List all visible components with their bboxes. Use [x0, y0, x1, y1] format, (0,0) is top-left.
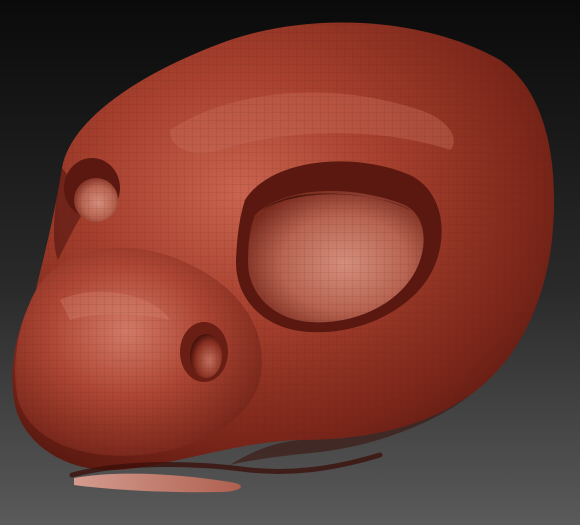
sculpted-head-render [0, 0, 580, 525]
3d-viewport[interactable] [0, 0, 580, 525]
